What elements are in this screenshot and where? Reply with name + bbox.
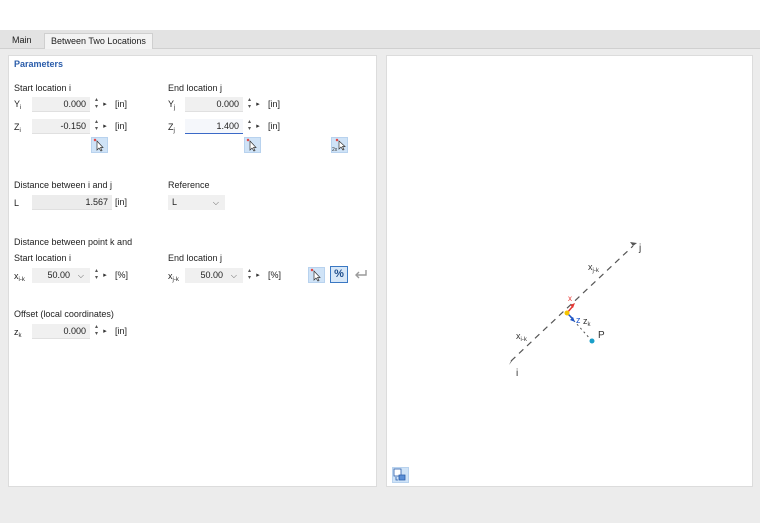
diagram-panel: j i xj-k xi-k x z zk P: [386, 55, 753, 487]
content-area: Parameters Start location i Yi 0.000 ▴ ▾ …: [0, 49, 760, 523]
label-zk: zk: [583, 316, 592, 328]
tab-between-two-locations[interactable]: Between Two Locations: [44, 33, 153, 49]
i-marker: [509, 357, 515, 365]
label-local-x: x: [568, 294, 572, 303]
point-k-title: Distance between point k and: [14, 237, 133, 247]
parameters-panel: Parameters Start location i Yi 0.000 ▴ ▾ …: [8, 55, 377, 487]
offset-title: Offset (local coordinates): [14, 309, 114, 319]
view-settings-icon: [393, 468, 406, 481]
yj-spinner[interactable]: ▴ ▾: [246, 97, 253, 112]
yi-label: Yi: [14, 99, 22, 111]
label-xjk: xj-k: [588, 262, 600, 274]
pick-two-points-button[interactable]: 2x: [331, 137, 348, 153]
pick-end-location-button[interactable]: [244, 137, 261, 153]
yi-unit: [in]: [115, 99, 128, 109]
tab-main[interactable]: Main: [6, 33, 38, 49]
label-local-z: z: [576, 315, 581, 325]
reference-dropdown[interactable]: L ⌵: [168, 195, 225, 210]
reverse-direction-button[interactable]: [353, 267, 370, 283]
member-line: [510, 245, 634, 362]
xik-arrow-icon[interactable]: ▸: [102, 268, 108, 283]
xik-combo[interactable]: 50.00 ⌵: [32, 268, 90, 283]
j-marker: [630, 242, 637, 246]
label-j: j: [638, 243, 641, 254]
zi-unit: [in]: [115, 121, 128, 131]
point-k-marker: [564, 310, 570, 316]
end-location-title: End location j: [168, 83, 223, 93]
tab-bar: Main Between Two Locations: [0, 30, 760, 49]
xjk-unit: [%]: [268, 270, 282, 280]
chevron-down-icon: ⌵: [230, 271, 237, 280]
xik-label: xi-k: [14, 271, 25, 283]
parameters-heading: Parameters: [14, 59, 64, 69]
location-diagram: j i xj-k xi-k x z zk P: [509, 242, 641, 379]
chevron-down-icon: ⌵: [77, 271, 84, 280]
yi-arrow-icon[interactable]: ▸: [102, 97, 108, 112]
label-i: i: [516, 368, 518, 379]
cursor-pick-icon: [246, 138, 257, 152]
zk-spinner[interactable]: ▴ ▾: [93, 324, 100, 339]
x-axis-head: [570, 303, 575, 308]
view-settings-button[interactable]: [392, 467, 409, 483]
reference-title: Reference: [168, 180, 210, 190]
zk-unit: [in]: [115, 326, 128, 336]
yi-spinner[interactable]: ▴ ▾: [93, 97, 100, 112]
yj-field[interactable]: 0.000: [185, 97, 243, 112]
zj-field[interactable]: 1.400: [185, 119, 243, 134]
zk-arrow-icon[interactable]: ▸: [102, 324, 108, 339]
xjk-arrow-icon[interactable]: ▸: [255, 268, 261, 283]
xik-spinner[interactable]: ▴ ▾: [93, 268, 100, 283]
yj-arrow-icon[interactable]: ▸: [255, 97, 261, 112]
point-k-end-title: End location j: [168, 253, 223, 263]
point-p-marker: [589, 338, 595, 344]
reference-value: L: [172, 197, 178, 207]
l-label: L: [14, 198, 20, 208]
distance-title: Distance between i and j: [14, 180, 113, 190]
distance-l-field: 1.567: [32, 195, 112, 210]
pick-point-k-button[interactable]: [308, 267, 325, 283]
xjk-spinner[interactable]: ▴ ▾: [246, 268, 253, 283]
cursor-pick-icon: [310, 268, 321, 282]
zi-label: Zi: [14, 122, 21, 134]
top-strip: [0, 0, 760, 30]
zj-arrow-icon[interactable]: ▸: [255, 119, 261, 134]
zi-field[interactable]: -0.150: [32, 119, 90, 134]
point-k-start-title: Start location i: [14, 253, 72, 263]
cursor-pick-two-icon: 2x: [332, 138, 346, 153]
chevron-down-icon: ⌵: [212, 198, 219, 207]
yi-field[interactable]: 0.000: [32, 97, 90, 112]
zk-label: zk: [14, 327, 22, 339]
cursor-pick-icon: [93, 138, 104, 152]
xjk-value: 50.00: [200, 270, 223, 280]
distance-unit: [in]: [115, 197, 128, 207]
xjk-label: xj-k: [168, 271, 179, 283]
xik-value: 50.00: [47, 270, 70, 280]
zi-spinner[interactable]: ▴ ▾: [93, 119, 100, 134]
zk-field[interactable]: 0.000: [32, 324, 90, 339]
reverse-arrow-icon: [355, 270, 367, 279]
zj-unit: [in]: [268, 121, 281, 131]
xjk-combo[interactable]: 50.00 ⌵: [185, 268, 243, 283]
label-p: P: [598, 330, 605, 341]
yj-unit: [in]: [268, 99, 281, 109]
label-xik: xi-k: [516, 331, 528, 343]
zj-label: Zj: [168, 122, 175, 134]
percent-toggle-button[interactable]: %: [330, 266, 348, 283]
xik-unit: [%]: [115, 270, 129, 280]
yj-label: Yj: [168, 99, 176, 111]
start-location-title: Start location i: [14, 83, 72, 93]
zj-spinner[interactable]: ▴ ▾: [246, 119, 253, 134]
svg-text:2x: 2x: [332, 147, 338, 152]
zi-arrow-icon[interactable]: ▸: [102, 119, 108, 134]
pick-start-location-button[interactable]: [91, 137, 108, 153]
